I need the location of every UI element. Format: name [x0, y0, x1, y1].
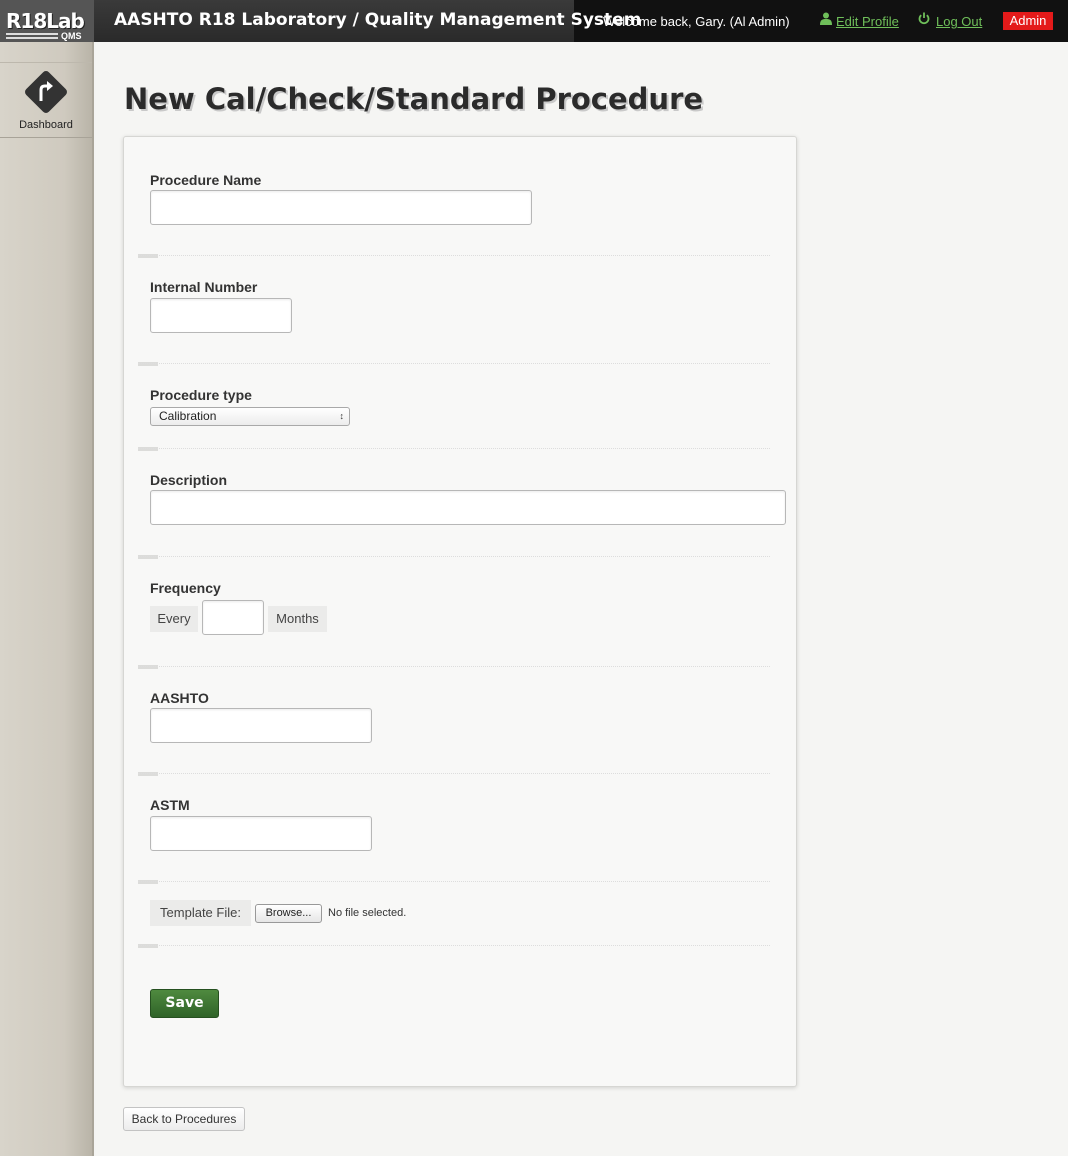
procedure-name-input[interactable]	[150, 190, 532, 225]
admin-badge[interactable]: Admin	[1003, 12, 1053, 30]
logo-lines	[6, 33, 58, 39]
welcome-message: Welcome back, Gary. (Al Admin)	[603, 14, 790, 29]
top-bar: R18Lab QMS AASHTO R18 Laboratory / Quali…	[0, 0, 1068, 42]
user-icon	[820, 12, 832, 28]
divider	[138, 666, 770, 667]
astm-label: ASTM	[150, 797, 190, 813]
logo-subtext: QMS	[61, 31, 82, 41]
divider	[138, 363, 770, 364]
procedure-form: Procedure Name Internal Number Procedure…	[123, 136, 797, 1087]
app-logo[interactable]: R18Lab QMS	[0, 0, 94, 42]
description-label: Description	[150, 472, 228, 488]
frequency-prefix: Every	[150, 606, 198, 632]
save-button[interactable]: Save	[150, 989, 219, 1018]
app-title: AASHTO R18 Laboratory / Quality Manageme…	[114, 10, 642, 30]
internal-number-label: Internal Number	[150, 279, 258, 295]
description-input[interactable]	[150, 490, 786, 525]
page-title: New Cal/Check/Standard Procedure	[124, 82, 704, 116]
aashto-label: AASHTO	[150, 690, 209, 706]
divider	[138, 255, 770, 256]
template-file-label: Template File:	[150, 900, 251, 926]
app-title-bar: AASHTO R18 Laboratory / Quality Manageme…	[94, 0, 641, 42]
procedure-type-selected: Calibration	[159, 409, 217, 423]
procedure-name-label: Procedure Name	[150, 172, 262, 188]
divider	[138, 448, 770, 449]
frequency-suffix: Months	[268, 606, 327, 632]
logo-text: R18Lab	[6, 9, 85, 33]
procedure-type-label: Procedure type	[150, 387, 252, 403]
sidebar: Dashboard	[0, 42, 94, 1156]
divider	[138, 773, 770, 774]
procedure-type-select[interactable]: Calibration ↕	[150, 407, 350, 426]
browse-button[interactable]: Browse...	[255, 904, 322, 923]
turn-arrow-icon	[34, 75, 58, 109]
aashto-input[interactable]	[150, 708, 372, 743]
back-to-procedures-button[interactable]: Back to Procedures	[123, 1107, 245, 1131]
astm-input[interactable]	[150, 816, 372, 851]
power-icon	[918, 12, 930, 28]
edit-profile-link[interactable]: Edit Profile	[836, 14, 899, 29]
main-content: New Cal/Check/Standard Procedure Procedu…	[96, 42, 1068, 1156]
file-status: No file selected.	[328, 907, 407, 919]
frequency-input[interactable]	[202, 600, 264, 635]
frequency-label: Frequency	[150, 580, 221, 596]
divider	[138, 881, 770, 882]
select-arrows-icon: ↕	[339, 411, 345, 421]
divider	[138, 945, 770, 946]
divider	[138, 556, 770, 557]
sidebar-item-label: Dashboard	[19, 119, 73, 131]
sidebar-item-dashboard[interactable]: Dashboard	[0, 62, 92, 138]
log-out-link[interactable]: Log Out	[936, 14, 982, 29]
internal-number-input[interactable]	[150, 298, 292, 333]
